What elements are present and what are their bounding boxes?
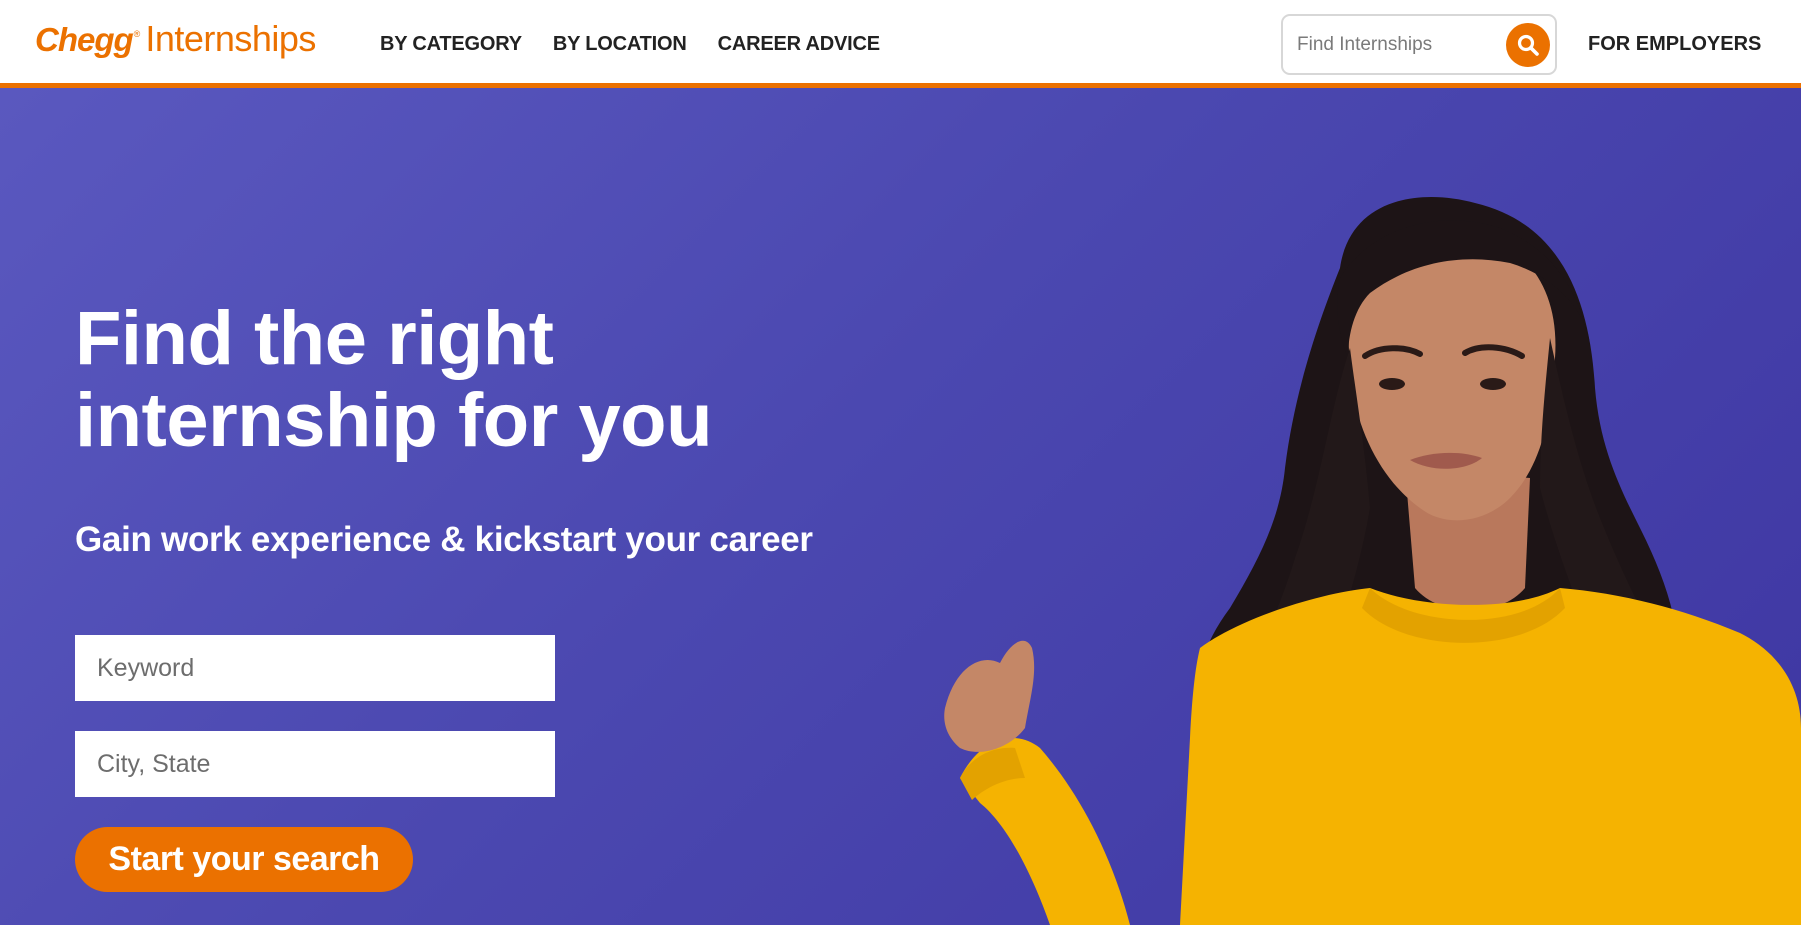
hero-photo-student xyxy=(944,196,1801,925)
logo-registered-mark: ® xyxy=(133,29,141,39)
hero-subheadline: Gain work experience & kickstart your ca… xyxy=(75,520,813,559)
logo-product-text: Internships xyxy=(145,18,316,59)
hero-headline: Find the right internship for you xyxy=(75,298,875,462)
search-icon xyxy=(1517,34,1539,56)
header-search-box xyxy=(1281,14,1557,75)
hero-banner: Find the right internship for you Gain w… xyxy=(0,88,1801,925)
site-header: Chegg ® Internships BY CATEGORY BY LOCAT… xyxy=(0,0,1801,88)
for-employers-link[interactable]: FOR EMPLOYERS xyxy=(1588,33,1761,56)
nav-by-location[interactable]: BY LOCATION xyxy=(553,33,687,56)
headline-line-1: Find the right xyxy=(75,296,554,381)
location-input[interactable] xyxy=(75,731,555,797)
keyword-input[interactable] xyxy=(75,635,555,701)
start-search-button[interactable]: Start your search xyxy=(75,827,413,892)
nav-by-category[interactable]: BY CATEGORY xyxy=(380,33,522,56)
chegg-internships-logo[interactable]: Chegg ® Internships xyxy=(35,18,316,60)
logo-brand-text: Chegg xyxy=(35,21,134,58)
header-search-input[interactable] xyxy=(1297,30,1487,60)
main-nav: BY CATEGORY BY LOCATION CAREER ADVICE xyxy=(380,33,880,56)
headline-line-2: internship for you xyxy=(75,378,713,463)
nav-career-advice[interactable]: CAREER ADVICE xyxy=(718,33,880,56)
header-search-button[interactable] xyxy=(1506,23,1550,67)
